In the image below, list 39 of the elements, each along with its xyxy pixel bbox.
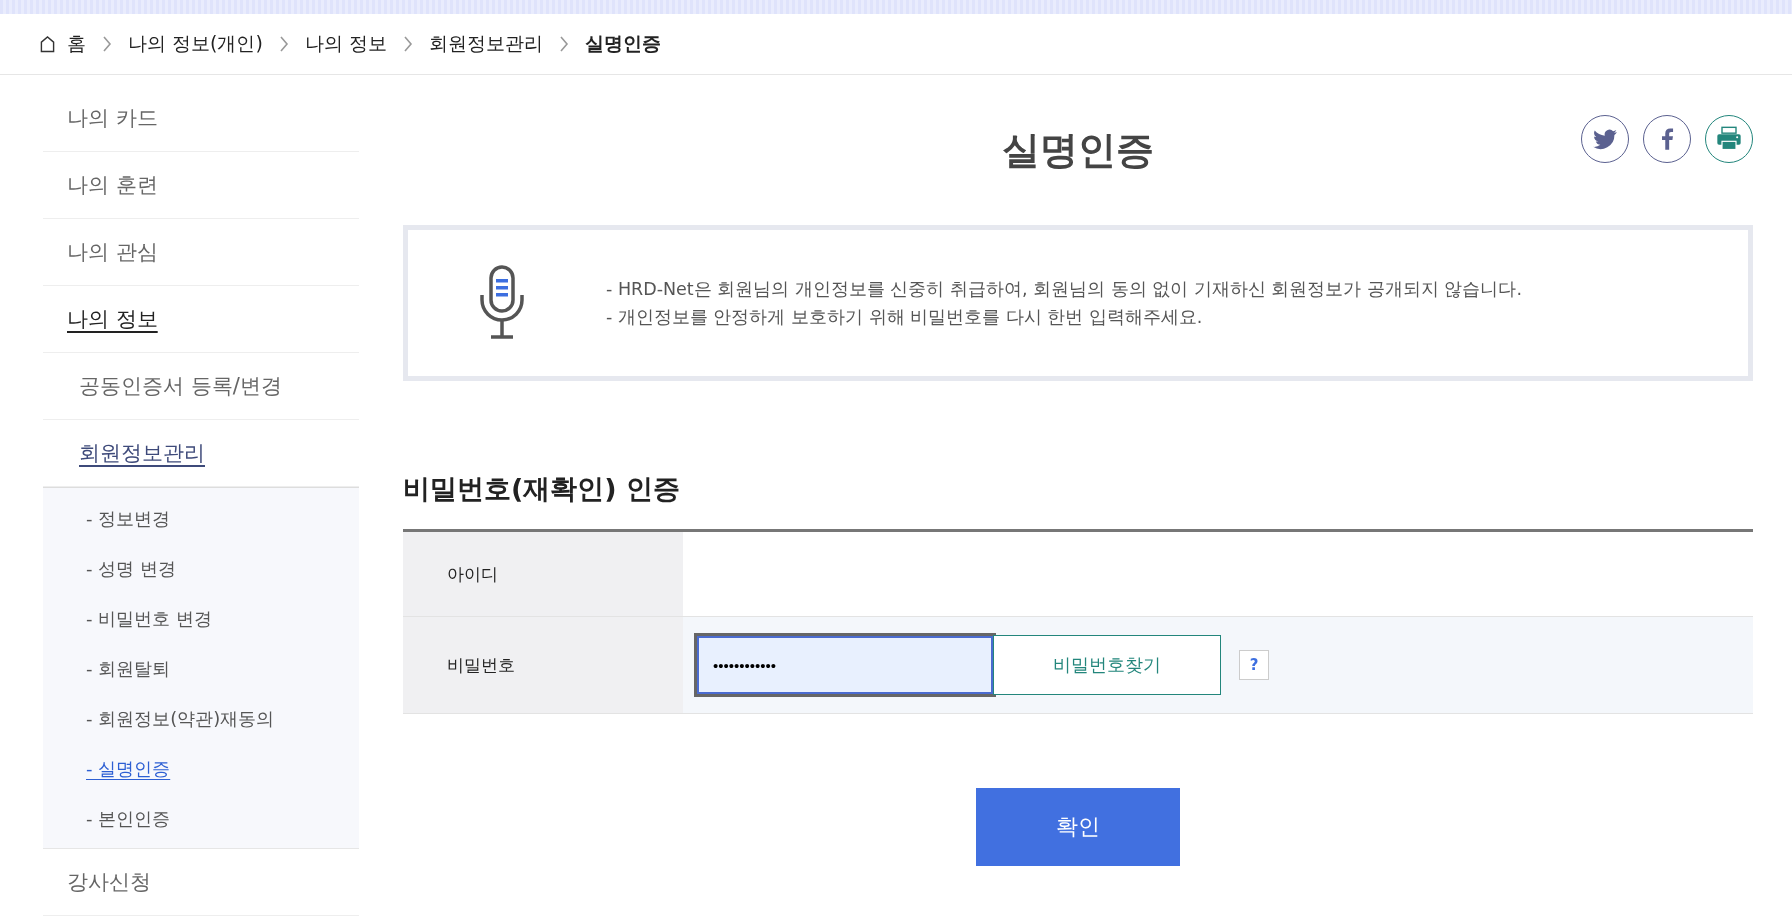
sidebar-item[interactable]: 강사신청 — [67, 868, 151, 896]
breadcrumb-link[interactable]: 나의 정보 — [304, 31, 387, 57]
chevron-icon — [102, 36, 112, 52]
sidebar-item[interactable]: 나의 카드 — [67, 104, 158, 132]
home-icon[interactable] — [40, 35, 55, 53]
submenu-item[interactable]: - 회원탈퇴 — [86, 644, 171, 694]
sidebar-item[interactable]: 나의 관심 — [67, 238, 158, 266]
twitter-share-button[interactable] — [1581, 115, 1629, 163]
bird-icon — [1592, 126, 1618, 152]
sidebar-subitem[interactable]: 회원정보관리 — [79, 439, 205, 467]
field-label: 아이디 — [403, 532, 683, 616]
confirm-button[interactable]: 확인 — [976, 788, 1180, 866]
sidebar-subitem[interactable]: 공동인증서 등록/변경 — [79, 372, 282, 400]
submenu-item[interactable]: - 성명 변경 — [86, 544, 176, 594]
chevron-icon — [402, 36, 413, 52]
section-heading: 비밀번호(재확인) 인증 — [403, 472, 682, 506]
help-button[interactable]: ? — [1239, 650, 1269, 680]
page-title: 실명인증 — [1002, 126, 1154, 174]
microphone-icon — [478, 265, 526, 341]
submenu-item[interactable]: - 본인인증 — [86, 794, 171, 844]
submenu-item[interactable]: - 회원정보(약관)재동의 — [86, 694, 275, 744]
notice-text: - 개인정보를 안정하게 보호하기 위해 비밀번호를 다시 한번 입력해주세요. — [606, 306, 1204, 329]
find-password-button[interactable]: 비밀번호찾기 — [993, 635, 1221, 695]
submenu-item[interactable]: - 정보변경 — [86, 494, 171, 544]
chevron-icon — [558, 36, 569, 52]
sidebar-item[interactable]: 나의 정보 — [67, 305, 158, 333]
chevron-icon — [278, 36, 289, 52]
breadcrumb-link[interactable]: 회원정보관리 — [428, 31, 543, 57]
submenu-item[interactable]: - 비밀번호 변경 — [86, 594, 212, 644]
notice-text: - HRD-Net은 회원님의 개인정보를 신중히 취급하여, 회원님의 동의 없이 기재하신 회원정보가 공개되지 않습니다. — [606, 278, 1523, 301]
facebook-share-button[interactable] — [1643, 115, 1691, 163]
submenu-item[interactable]: - 실명인증 — [86, 744, 171, 794]
field-label: 비밀번호 — [403, 617, 683, 713]
sidebar-item[interactable]: 나의 훈련 — [67, 171, 158, 199]
breadcrumb-link[interactable]: 홈 — [67, 31, 86, 57]
password-field[interactable]: •••••••••••• — [697, 636, 993, 694]
breadcrumb-current: 실명인증 — [584, 31, 661, 56]
breadcrumb-link[interactable]: 나의 정보(개인) — [128, 31, 263, 57]
print-button[interactable] — [1705, 115, 1753, 163]
